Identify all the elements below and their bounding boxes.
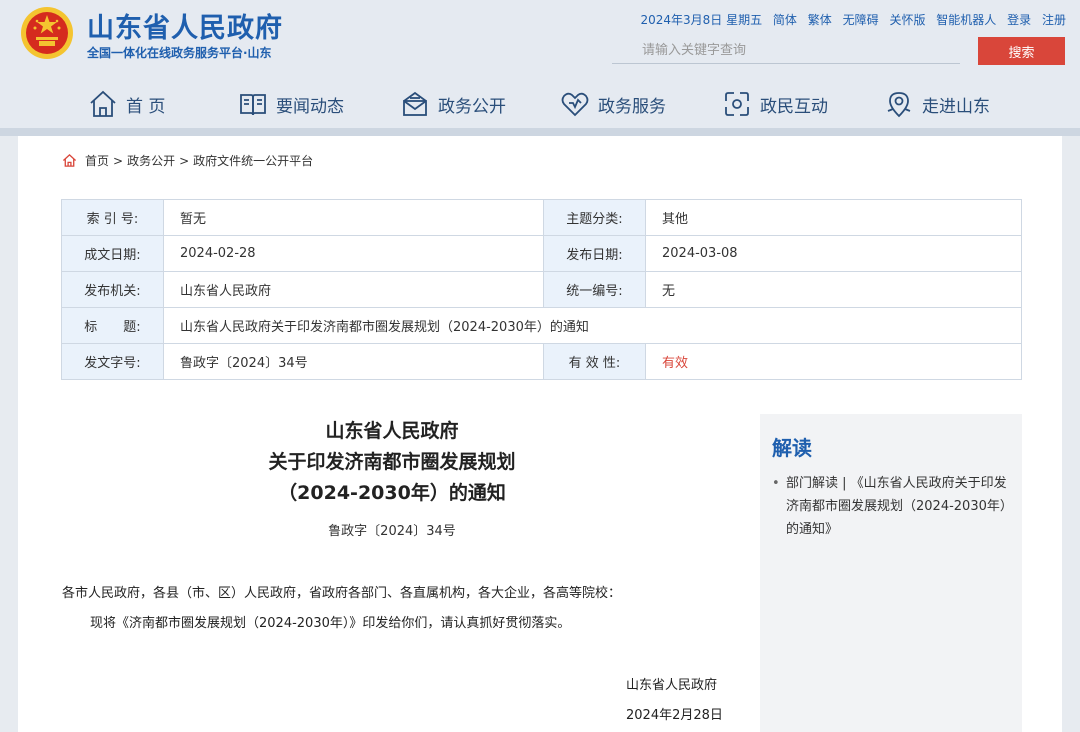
nav-divider [0,128,1080,136]
login-link[interactable]: 登录 [1007,13,1031,27]
meta-row: 索 引 号: 暂无 主题分类: 其他 [61,199,1022,236]
breadcrumb: 首页 > 政务公开 > 政府文件统一公开平台 [62,152,313,169]
meta-value: 山东省人民政府关于印发济南都市圈发展规划（2024-2030年）的通知 [163,307,1022,344]
meta-value: 暂无 [163,199,544,236]
mailbox-icon [403,91,427,116]
document-number: 鲁政字〔2024〕34号 [328,524,456,539]
main-content: 首页 > 政务公开 > 政府文件统一公开平台 索 引 号: 暂无 主题分类: 其… [18,136,1062,732]
interpretation-link[interactable]: 部门解读 | 《山东省人民政府关于印发济南都市圈发展规划（2024-2030年）… [772,472,1008,541]
validity-value: 有效 [645,343,1022,380]
meta-label: 成文日期: [61,235,164,272]
interact-icon [725,92,749,116]
meta-row: 发布机关: 山东省人民政府 统一编号: 无 [61,271,1022,308]
nav-label: 走进山东 [922,96,990,117]
breadcrumb-affairs[interactable]: 政务公开 [127,152,175,169]
nav-item-services[interactable]: 政务服务 [560,80,666,128]
site-name[interactable]: 山东省人民政府 [87,6,283,45]
nav-item-news[interactable]: 要闻动态 [238,80,344,128]
nav-label: 要闻动态 [276,96,344,117]
nav-label: 政务服务 [598,96,666,117]
traditional-link[interactable]: 繁体 [808,13,832,27]
meta-label: 发文字号: [61,343,164,380]
interpretation-title: 解读 [772,436,812,460]
nav-item-shandong[interactable]: 走进山东 [884,80,990,128]
meta-row: 成文日期: 2024-02-28 发布日期: 2024-03-08 [61,235,1022,272]
signature-date: 2024年2月28日 [626,708,723,723]
nav-label: 首 页 [126,96,166,117]
meta-row: 标 题: 山东省人民政府关于印发济南都市圈发展规划（2024-2030年）的通知 [61,307,1022,344]
breadcrumb-separator: > [179,153,190,168]
nav-label: 政民互动 [760,96,828,117]
national-emblem-icon[interactable] [20,6,74,60]
meta-value: 无 [645,271,1022,308]
care-mode-link[interactable]: 关怀版 [889,13,925,27]
nav-item-interaction[interactable]: 政民互动 [722,80,828,128]
title-line: 关于印发济南都市圈发展规划 [268,451,516,473]
breadcrumb-home[interactable]: 首页 [85,152,109,169]
current-date: 2024年3月8日 星期五 [640,13,763,27]
meta-label: 有 效 性: [543,343,646,380]
heart-icon [561,92,589,117]
interpretation-panel: 解读 部门解读 | 《山东省人民政府关于印发济南都市圈发展规划（2024-203… [760,414,1022,732]
meta-value: 鲁政字〔2024〕34号 [163,343,544,380]
addressee-paragraph: 各市人民政府，各县（市、区）人民政府，省政府各部门、各直属机构，各大企业，各高等… [62,586,622,601]
meta-value: 山东省人民政府 [163,271,544,308]
nav-item-affairs-open[interactable]: 政务公开 [400,80,506,128]
document-title: 山东省人民政府 关于印发济南都市圈发展规划 （2024-2030年）的通知 [118,416,666,509]
home-icon[interactable] [62,153,77,168]
meta-label: 发布日期: [543,235,646,272]
meta-value: 2024-02-28 [163,235,544,272]
main-nav: 首 页 要闻动态 政务公开 政务服务 政民互动 走进山东 [0,80,1080,128]
document-meta-table: 索 引 号: 暂无 主题分类: 其他 成文日期: 2024-02-28 发布日期… [61,199,1022,380]
meta-label: 标 题: [61,307,164,344]
nav-item-home[interactable]: 首 页 [88,80,165,128]
register-link[interactable]: 注册 [1042,13,1066,27]
book-icon [240,94,266,116]
robot-link[interactable]: 智能机器人 [936,13,996,27]
breadcrumb-separator: > [113,153,124,168]
top-links: 2024年3月8日 星期五 简体 繁体 无障碍 关怀版 智能机器人 登录 注册 [633,11,1066,28]
meta-value: 其他 [645,199,1022,236]
nav-label: 政务公开 [438,96,506,117]
meta-row: 发文字号: 鲁政字〔2024〕34号 有 效 性: 有效 [61,343,1022,380]
signature-org: 山东省人民政府 [626,678,718,693]
home-icon [90,90,116,117]
meta-label: 发布机关: [61,271,164,308]
title-line: 山东省人民政府 [325,420,459,442]
accessibility-link[interactable]: 无障碍 [843,13,879,27]
title-line: （2024-2030年）的通知 [278,482,506,504]
meta-label: 主题分类: [543,199,646,236]
breadcrumb-current[interactable]: 政府文件统一公开平台 [193,152,313,169]
site-subtitle[interactable]: 全国一体化在线政务服务平台·山东 [87,44,272,61]
search-button[interactable]: 搜索 [978,37,1065,65]
search-input[interactable] [612,38,960,64]
meta-label: 索 引 号: [61,199,164,236]
site-header: 山东省人民政府 全国一体化在线政务服务平台·山东 2024年3月8日 星期五 简… [0,0,1080,136]
body-paragraph: 现将《济南都市圈发展规划（2024-2030年）》印发给你们，请认真抓好贯彻落实… [90,616,571,631]
simplified-link[interactable]: 简体 [773,13,797,27]
map-pin-icon [887,92,911,118]
meta-label: 统一编号: [543,271,646,308]
meta-value: 2024-03-08 [645,235,1022,272]
